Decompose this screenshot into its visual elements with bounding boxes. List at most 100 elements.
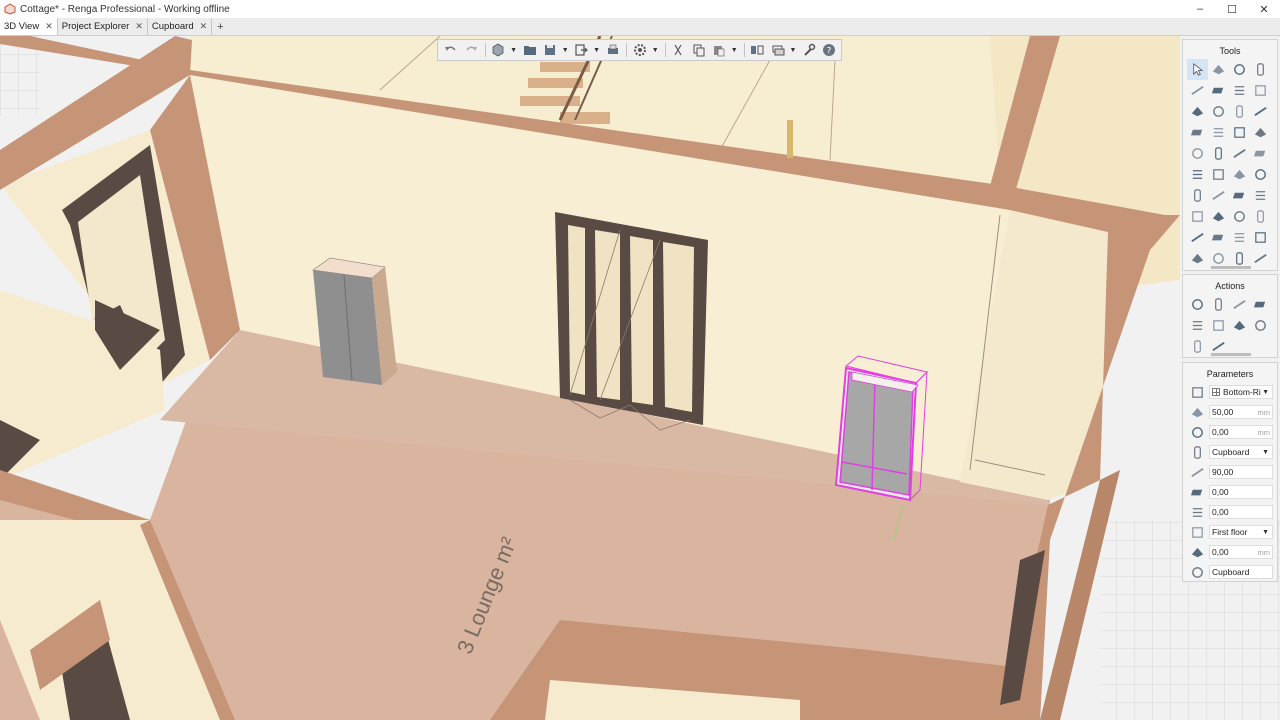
rotate-icon[interactable] [1208,294,1229,315]
minimize-button[interactable]: – [1184,0,1216,18]
parameter-field[interactable]: 0,00 [1209,485,1273,499]
pump-icon[interactable] [1229,227,1250,248]
section-icon[interactable] [1229,164,1250,185]
cut-icon[interactable] [670,41,687,59]
align-icon[interactable] [749,41,766,59]
panel-resize-handle[interactable] [1211,353,1251,356]
unit-label: mm [1257,427,1271,437]
parameter-field[interactable]: 0,00 mm [1209,545,1273,559]
parameter-dropdown[interactable]: Cupboard ▼ [1209,445,1273,459]
close-window-button[interactable]: ✕ [1248,0,1280,18]
parameter-dropdown[interactable]: Bottom-Ri ▼ [1209,385,1273,399]
shape-icon[interactable] [1250,248,1271,269]
sink-icon[interactable] [1187,206,1208,227]
double-door[interactable] [555,212,708,431]
parameter-field[interactable]: Cupboard [1209,565,1273,579]
chevron-down-icon[interactable]: ▼ [1262,389,1269,396]
chevron-down-icon[interactable]: ▼ [652,47,659,54]
tab-3d-view[interactable]: 3D View ✕ [0,18,58,35]
3d-viewport[interactable]: 3 Lounge m² [0,36,1280,720]
window-icon[interactable] [1250,101,1271,122]
eraser-icon[interactable] [1208,59,1229,80]
undo-icon[interactable] [442,41,459,59]
tools-panel: Tools [1182,39,1278,286]
close-icon[interactable]: ✕ [45,21,53,32]
parameter-field[interactable]: 90,00 [1209,465,1273,479]
extend-icon[interactable] [1250,315,1271,336]
close-icon[interactable]: ✕ [135,21,143,32]
box-icon[interactable] [1187,227,1208,248]
print-icon[interactable] [604,41,621,59]
duct-icon[interactable] [1187,185,1208,206]
dimension-icon[interactable] [1208,164,1229,185]
beam-icon[interactable] [1250,80,1271,101]
tab-cupboard[interactable]: Cupboard ✕ [148,18,213,35]
close-icon[interactable]: ✕ [200,21,208,32]
wrench-icon[interactable] [800,41,817,59]
slab-icon[interactable] [1208,80,1229,101]
level-icon[interactable] [1250,164,1271,185]
lamp-icon[interactable] [1229,122,1250,143]
chevron-down-icon[interactable]: ▼ [1262,529,1269,536]
parameter-row: 0,00 [1183,502,1277,522]
scale-icon[interactable] [1208,315,1229,336]
array-icon[interactable] [1229,294,1250,315]
select-icon[interactable] [1187,59,1208,80]
split-icon[interactable] [1187,336,1208,357]
chevron-down-icon[interactable]: ▼ [731,47,738,54]
cabinet-icon[interactable] [1187,164,1208,185]
folder-icon[interactable] [521,41,538,59]
view-cube-icon[interactable] [490,41,507,59]
export-icon[interactable] [573,41,590,59]
plant-icon[interactable] [1229,143,1250,164]
radiator-icon[interactable] [1250,206,1271,227]
maximize-button[interactable]: ☐ [1216,0,1248,18]
fitting-icon[interactable] [1250,185,1271,206]
parameter-field[interactable]: 0,00 mm [1209,425,1273,439]
redo-icon[interactable] [462,41,479,59]
chevron-down-icon[interactable]: ▼ [562,47,569,54]
chevron-down-icon[interactable]: ▼ [510,47,517,54]
elbow-icon[interactable] [1208,185,1229,206]
parameter-field[interactable]: 0,00 [1209,505,1273,519]
paste-icon[interactable] [710,41,727,59]
chevron-down-icon[interactable]: ▼ [593,47,600,54]
hexagon-icon[interactable] [1208,227,1229,248]
parameter-field[interactable]: 50,00 mm [1209,405,1273,419]
grid-icon[interactable] [1187,248,1208,269]
stair-icon[interactable] [1250,143,1271,164]
mirror-icon[interactable] [1250,294,1271,315]
sensor-icon[interactable] [1208,206,1229,227]
wall-icon[interactable] [1187,80,1208,101]
floor-icon[interactable] [1187,101,1208,122]
3d-scene[interactable] [0,36,1280,720]
door-icon[interactable] [1229,101,1250,122]
parameter-dropdown[interactable]: First floor ▼ [1209,525,1273,539]
layers-icon[interactable] [769,41,786,59]
equipment-icon[interactable] [1187,143,1208,164]
help-icon[interactable]: ? [821,41,838,59]
rectangle-icon[interactable] [1229,59,1250,80]
copy-icon[interactable] [690,41,707,59]
ramp-icon[interactable] [1208,101,1229,122]
valve-icon[interactable] [1229,206,1250,227]
align-vertical-icon[interactable] [1187,315,1208,336]
panel-resize-handle[interactable] [1211,266,1251,269]
connector-icon[interactable] [1250,227,1271,248]
column-icon[interactable] [1250,59,1271,80]
railing-icon[interactable] [1187,122,1208,143]
tab-project-explorer[interactable]: Project Explorer ✕ [58,18,148,35]
move-icon[interactable] [1187,294,1208,315]
chevron-down-icon[interactable]: ▼ [1262,449,1269,456]
replace-icon[interactable] [1229,315,1250,336]
save-icon[interactable] [541,41,558,59]
line-icon[interactable] [1208,122,1229,143]
furniture-icon[interactable] [1208,143,1229,164]
pipe-icon[interactable] [1250,122,1271,143]
settings-gear-icon[interactable] [631,41,648,59]
fan-icon[interactable] [1229,185,1250,206]
chevron-down-icon[interactable]: ▼ [789,47,796,54]
cabinet[interactable] [312,257,397,385]
roof-icon[interactable] [1229,80,1250,101]
add-tab-button[interactable]: + [212,18,228,35]
